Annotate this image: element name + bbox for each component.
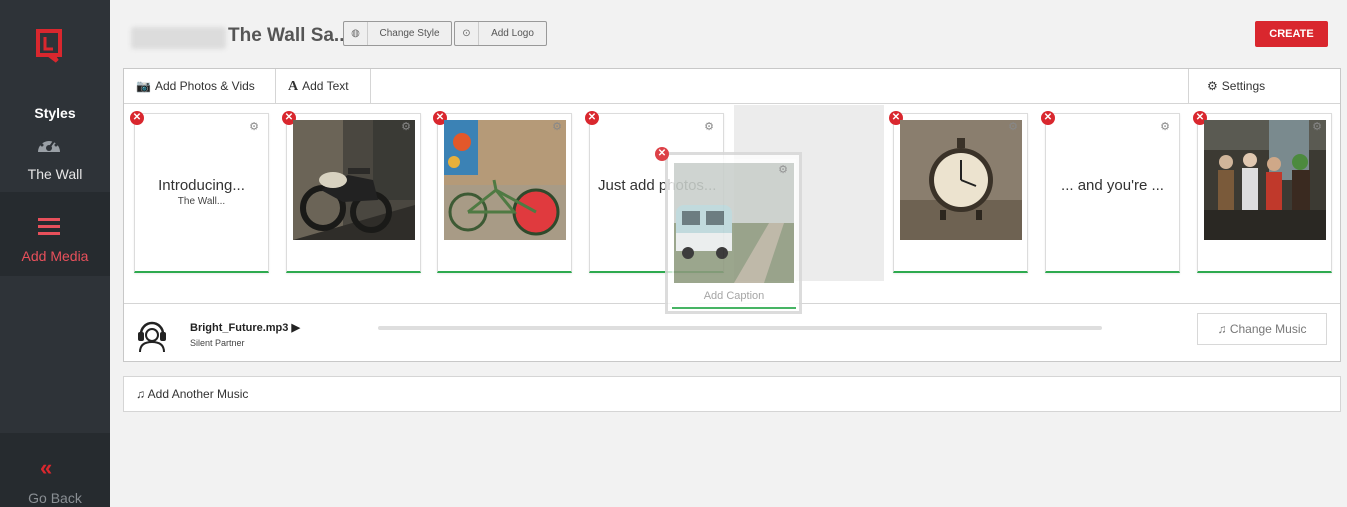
slide-subtitle: The Wall...	[177, 196, 226, 207]
slide-title: ... and you're ...	[1061, 177, 1164, 194]
sidebar-section-styles: Styles	[34, 105, 76, 121]
add-another-music-button[interactable]: ♫ Add Another Music	[123, 376, 1341, 412]
settings-button[interactable]: ⚙ Settings	[1188, 69, 1340, 103]
gear-icon[interactable]: ⚙	[1312, 120, 1322, 133]
gear-icon[interactable]: ⚙	[552, 120, 562, 133]
slide-card[interactable]: ✕ ⚙ ... and you're ...	[1041, 111, 1180, 273]
track-artist: Silent Partner	[190, 338, 245, 348]
add-logo-button[interactable]: ⊙ Add Logo	[454, 21, 547, 46]
change-music-label: Change Music	[1229, 322, 1307, 336]
gear-icon[interactable]: ⚙	[1160, 120, 1170, 133]
gear-icon[interactable]: ⚙	[778, 163, 788, 176]
dragged-slide-card[interactable]: Add Caption ⚙ ✕	[655, 147, 802, 314]
sidebar: Styles The Wall Add Media « Go Back	[0, 0, 110, 507]
add-logo-label: Add Logo	[491, 28, 534, 39]
costume-group-photo	[1204, 120, 1326, 240]
camera-icon: 📷	[136, 79, 151, 93]
vw-van-photo	[674, 163, 794, 283]
change-music-button[interactable]: ♫ Change Music	[1197, 313, 1327, 345]
slide-card[interactable]: ✕ ⚙	[1193, 111, 1332, 273]
alarm-clock-photo	[900, 120, 1022, 240]
add-text-button[interactable]: A Add Text	[276, 69, 371, 103]
add-another-music-label: Add Another Music	[147, 387, 249, 401]
gear-icon[interactable]: ⚙	[249, 120, 259, 133]
add-photos-label: Add Photos & Vids	[154, 79, 255, 93]
blurred-project-owner	[131, 27, 226, 49]
page-title: The Wall Sa...	[228, 25, 350, 46]
brand-logo-icon[interactable]	[35, 28, 65, 64]
go-back-button[interactable]: Go Back	[0, 490, 110, 506]
sidebar-item-the-wall[interactable]: The Wall	[0, 166, 110, 182]
settings-label: Settings	[1221, 79, 1266, 93]
add-circle-icon: ⊙	[455, 22, 479, 45]
slide-card[interactable]: ✕ ⚙	[433, 111, 572, 273]
sidebar-item-add-media[interactable]: Add Media	[0, 248, 110, 264]
add-photos-button[interactable]: 📷 Add Photos & Vids	[124, 69, 276, 103]
change-style-label: Change Style	[379, 28, 440, 39]
hamburger-menu-icon[interactable]	[38, 217, 60, 235]
double-chevron-left-icon[interactable]: «	[40, 457, 52, 479]
gear-icon[interactable]: ⚙	[1008, 120, 1018, 133]
music-note-icon: ♫	[136, 387, 145, 401]
gear-icon[interactable]: ⚙	[401, 120, 411, 133]
bicycle-photo	[444, 120, 566, 240]
headphones-user-icon	[138, 321, 166, 352]
change-style-button[interactable]: ◍ Change Style	[343, 21, 452, 46]
track-title[interactable]: Bright_Future.mp3 ▶	[190, 321, 300, 334]
remove-slide-icon[interactable]: ✕	[130, 111, 144, 125]
slide-title: Introducing...	[158, 177, 245, 194]
remove-slide-icon[interactable]: ✕	[655, 147, 669, 161]
motorcycle-photo	[293, 120, 415, 240]
slide-card[interactable]: ✕ ⚙ Introducing... The Wall...	[130, 111, 269, 273]
media-toolbar: 📷 Add Photos & Vids A Add Text ⚙ Settings	[124, 69, 1340, 104]
caption-placeholder[interactable]: Add Caption	[672, 290, 796, 302]
track-progress-bar[interactable]	[378, 326, 1102, 330]
add-text-label: Add Text	[302, 79, 349, 93]
dragged-slide-inner: Add Caption ⚙	[672, 159, 796, 309]
slide-card[interactable]: ✕ ⚙	[282, 111, 421, 273]
create-button[interactable]: CREATE	[1255, 21, 1328, 47]
text-icon: A	[288, 79, 299, 94]
palette-icon: ◍	[344, 22, 368, 45]
dashboard-gauge-icon[interactable]	[36, 133, 62, 155]
music-note-icon: ♫	[1217, 322, 1227, 336]
gear-icon: ⚙	[1207, 79, 1218, 93]
remove-slide-icon[interactable]: ✕	[1041, 111, 1055, 125]
slide-card[interactable]: ✕ ⚙	[889, 111, 1028, 273]
gear-icon[interactable]: ⚙	[704, 120, 714, 133]
remove-slide-icon[interactable]: ✕	[585, 111, 599, 125]
